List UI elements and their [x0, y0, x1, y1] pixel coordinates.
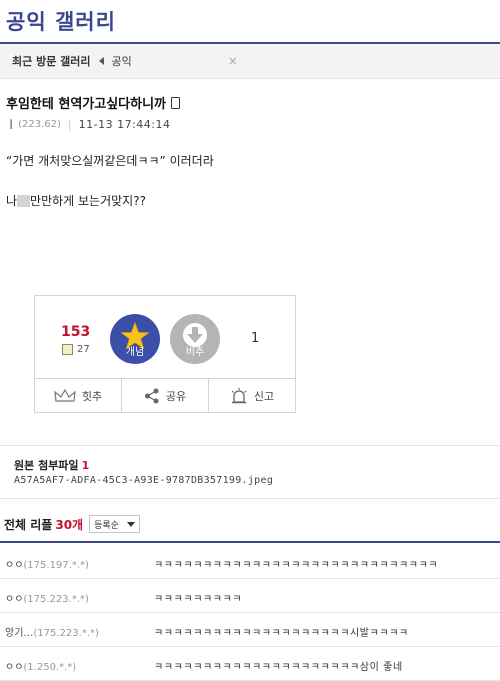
attachment-file-link[interactable]: A57A5AF7-ADFA-45C3-A93E-9787DB357199.jpe… [14, 475, 273, 486]
fixed-vote-icon [62, 344, 73, 355]
attachment-title-text: 원본 첨부파일 [14, 459, 79, 472]
meta-separator: | [67, 117, 72, 131]
attachment-title: 원본 첨부파일 1 [14, 457, 89, 473]
comment-nick: 앙기… [5, 628, 34, 639]
report-button[interactable]: 신고 [209, 379, 295, 412]
comment-nick: ㅇㅇ [5, 594, 24, 605]
close-icon[interactable]: × [228, 54, 238, 68]
reply-sort-select[interactable]: 등록순 [89, 515, 140, 533]
reply-sort-value: 등록순 [94, 520, 119, 531]
reply-count: 30개 [55, 517, 84, 532]
post-title-text: 후임한테 현역가고싶다하니까 [6, 97, 167, 112]
comment-nick: ㅇㅇ [5, 662, 24, 673]
reply-label: 전체 리플 [4, 517, 53, 532]
comment-ip: (175.223.*.*) [33, 628, 99, 639]
report-label: 신고 [253, 389, 275, 403]
comment-row: ㅇㅇ(175.223.*.*) ㅋㅋㅋㅋㅋㅋㅋㅋㅋ [0, 579, 500, 613]
comment-author[interactable]: ㅇㅇ(175.223.*.*) [5, 590, 89, 605]
recent-gallery-bar: 최근 방문 갤러리 공익 × [0, 44, 500, 79]
comment-text: ㅋㅋㅋㅋㅋㅋㅋㅋㅋㅋㅋㅋㅋㅋㅋㅋㅋㅋㅋㅋ시발ㅋㅋㅋㅋ [154, 628, 409, 639]
upvote-button[interactable]: 개념 [110, 314, 160, 364]
downvote-button[interactable]: 비추 [170, 314, 220, 364]
comment-text: ㅋㅋㅋㅋㅋㅋㅋㅋㅋㅋㅋㅋㅋㅋㅋㅋㅋㅋㅋㅋㅋㅋㅋㅋㅋㅋㅋㅋㅋ [154, 560, 439, 571]
comment-author[interactable]: ㅇㅇ(1.250.*.*) [5, 658, 76, 673]
comment-author[interactable]: 앙기…(175.223.*.*) [5, 624, 99, 639]
comment-author[interactable]: ㅇㅇ(175.197.*.*) [5, 556, 89, 571]
hit-recommend-label: 힛추 [81, 389, 103, 403]
crown-icon [54, 388, 76, 402]
vote-actions: 힛추 공유 신고 [35, 378, 295, 412]
hit-recommend-button[interactable]: 힛추 [35, 379, 122, 412]
comment-ip: (1.250.*.*) [23, 662, 77, 673]
post-body-line-2: 나 만만하게 보는거맞지?? [6, 192, 146, 209]
upvote-count: 153 [61, 324, 91, 340]
share-icon [144, 388, 159, 403]
post-date: 11-13 17:44:14 [78, 117, 171, 131]
siren-icon [231, 387, 247, 403]
share-button[interactable]: 공유 [122, 379, 209, 412]
share-label: 공유 [165, 389, 187, 403]
fixed-upvote-count: 27 [77, 344, 90, 355]
attachment-count: 1 [81, 459, 90, 472]
comment-ip: (175.197.*.*) [23, 560, 89, 571]
post-meta: ㅣ (223.62) | 11-13 17:44:14 [6, 116, 171, 132]
post-body-text-pre: 나 [6, 194, 18, 208]
redacted-block [17, 195, 31, 207]
comment-text: ㅋㅋㅋㅋㅋㅋㅋㅋㅋㅋㅋㅋㅋㅋㅋㅋㅋㅋㅋㅋㅋ삼이 좋네 [154, 662, 403, 673]
chevron-down-icon [126, 521, 135, 527]
comment-row: ㅇㅇ(1.250.*.*) ㅋㅋㅋㅋㅋㅋㅋㅋㅋㅋㅋㅋㅋㅋㅋㅋㅋㅋㅋㅋㅋ삼이 좋네 [0, 647, 500, 681]
fixed-upvote: 27 [62, 344, 90, 355]
reply-header: 전체 리플 30개 등록순 [4, 515, 140, 533]
downvote-count: 1 [251, 331, 260, 346]
author-ip: (223.62) [18, 118, 61, 130]
comment-row: ㅇㅇ(175.197.*.*) ㅋㅋㅋㅋㅋㅋㅋㅋㅋㅋㅋㅋㅋㅋㅋㅋㅋㅋㅋㅋㅋㅋㅋㅋ… [0, 545, 500, 579]
downvote-label: 비추 [185, 347, 205, 358]
comment-row: 앙기…(175.223.*.*) ㅋㅋㅋㅋㅋㅋㅋㅋㅋㅋㅋㅋㅋㅋㅋㅋㅋㅋㅋㅋ시발ㅋ… [0, 613, 500, 647]
comment-nick: ㅇㅇ [5, 560, 24, 571]
author-nick[interactable]: ㅣ [6, 116, 16, 132]
upvote-label: 개념 [125, 347, 145, 358]
attachment-box: 원본 첨부파일 1 A57A5AF7-ADFA-45C3-A93E-9787DB3… [0, 445, 500, 499]
recent-gallery-label: 최근 방문 갤러리 [12, 55, 91, 68]
recent-gallery-item[interactable]: 공익 [112, 53, 132, 69]
comment-text: ㅋㅋㅋㅋㅋㅋㅋㅋㅋ [154, 594, 243, 605]
vote-box: 153 27 개념 비추 1 힛추 공유 신고 [34, 295, 296, 413]
reply-divider [0, 541, 500, 543]
post-title: 후임한테 현역가고싶다하니까 [6, 93, 181, 112]
mobile-icon [171, 96, 181, 109]
gallery-title[interactable]: 공익 갤러리 [6, 6, 116, 36]
comment-ip: (175.223.*.*) [23, 594, 89, 605]
chevron-left-icon[interactable] [98, 57, 104, 65]
post-body-line-1: “가면 개처맞으실꺼같은데ㅋㅋ” 이러더라 [6, 154, 214, 168]
post-body-text-post: 만만하게 보는거맞지?? [30, 194, 146, 208]
